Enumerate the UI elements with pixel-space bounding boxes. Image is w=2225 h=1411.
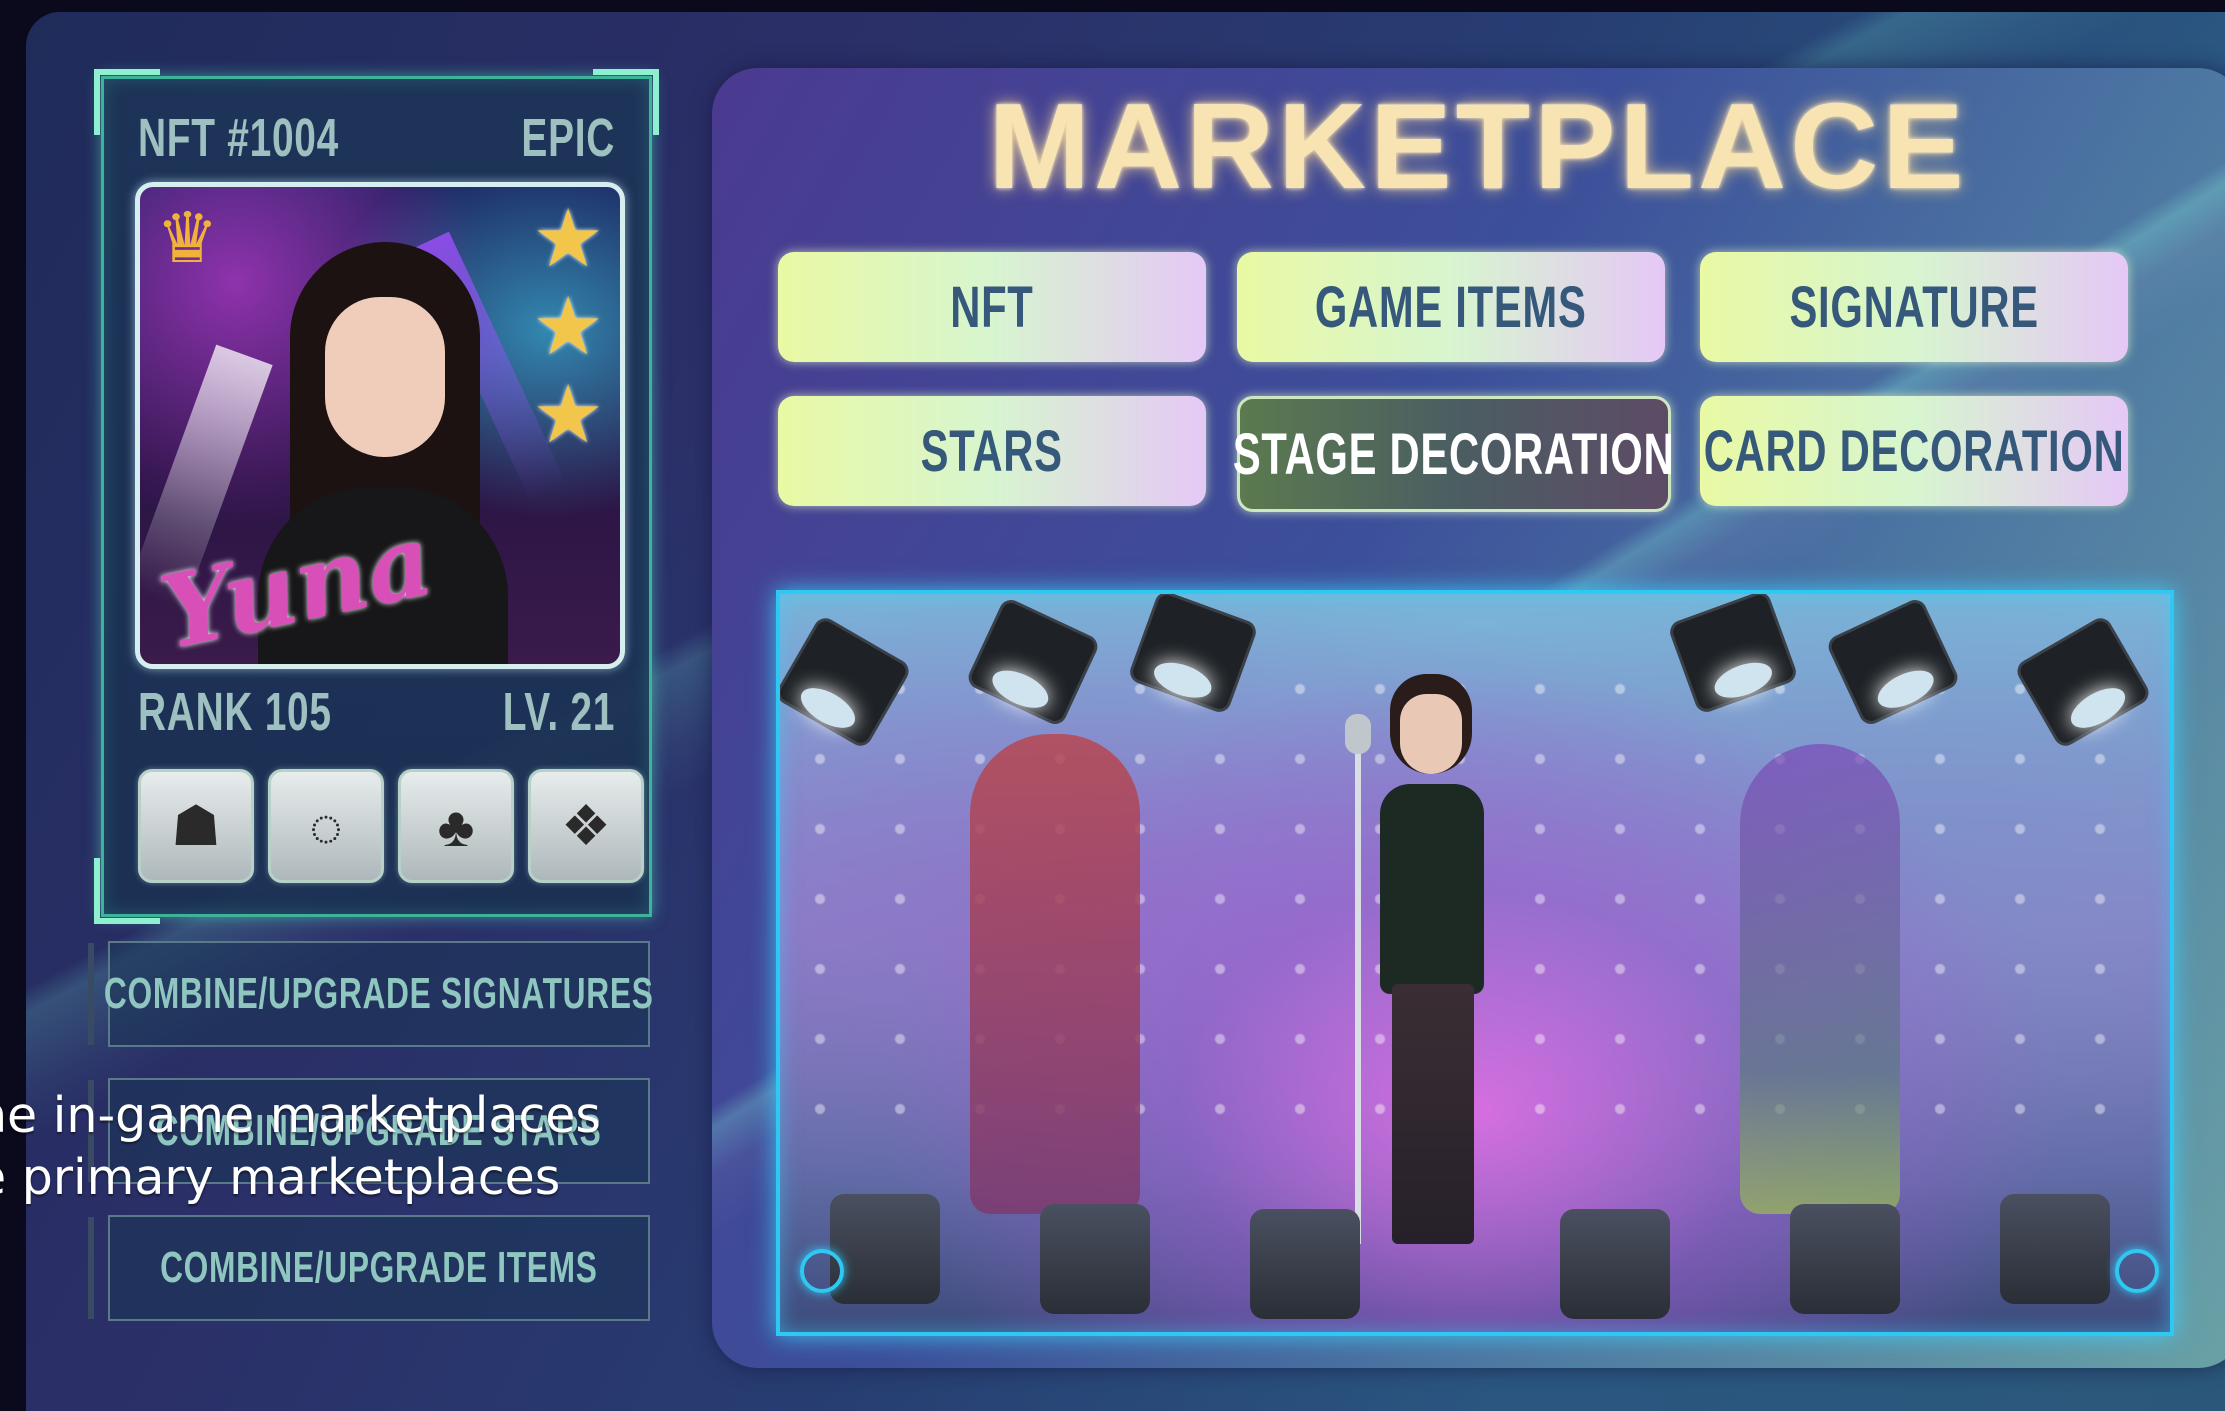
tab-label: GAME ITEMS xyxy=(1315,274,1587,340)
star-rating: ★ ★ ★ xyxy=(532,197,604,457)
microphone-icon xyxy=(1345,714,1371,754)
tab-label: SIGNATURE xyxy=(1789,274,2039,340)
tab-label: CARD DECORATION xyxy=(1703,418,2125,484)
crown-icon: ♛ xyxy=(156,199,219,277)
microphone-stand xyxy=(1355,744,1361,1244)
tab-nft[interactable]: NFT xyxy=(778,252,1206,362)
hud-node-icon xyxy=(2115,1249,2159,1293)
character-on-stage xyxy=(1370,694,1490,1254)
hair-icon[interactable]: ☗ xyxy=(138,769,254,883)
tab-stars[interactable]: STARS xyxy=(778,396,1206,506)
card-stats: RANK 105 LV. 21 xyxy=(138,681,615,743)
card-header: NFT #1004 EPIC xyxy=(138,107,615,169)
rank-label: RANK 105 xyxy=(138,682,332,742)
tab-label: STAGE DECORATION xyxy=(1233,421,1675,487)
singer-legs xyxy=(1392,984,1474,1244)
star-icon: ★ xyxy=(532,282,604,371)
combine-items-button[interactable]: COMBINE/UPGRADE ITEMS xyxy=(88,1215,650,1321)
tab-game-items[interactable]: GAME ITEMS xyxy=(1237,252,1665,362)
necklace-icon[interactable]: ◌ xyxy=(268,769,384,883)
button-label: COMBINE/UPGRADE ITEMS xyxy=(160,1243,598,1292)
equipment-slots: ☗ ◌ ♣ ❖ xyxy=(138,769,644,883)
tab-signature[interactable]: SIGNATURE xyxy=(1700,252,2128,362)
floor-light-icon xyxy=(1790,1204,1900,1314)
singer-outfit xyxy=(1380,784,1484,994)
hud-node-icon xyxy=(800,1249,844,1293)
floor-light-icon xyxy=(1040,1204,1150,1314)
level-label: LV. 21 xyxy=(502,682,615,742)
tab-label: STARS xyxy=(920,418,1064,484)
floor-light-icon xyxy=(1560,1209,1670,1319)
button-label: COMBINE/UPGRADE SIGNATURES xyxy=(104,969,654,1018)
rarity-label: EPIC xyxy=(521,108,615,168)
tab-label: NFT xyxy=(950,274,1034,340)
outfit-icon[interactable]: ❖ xyxy=(528,769,644,883)
backup-dancer-silhouette xyxy=(970,734,1140,1214)
character-portrait: ♛ ★ ★ ★ Yuna xyxy=(135,182,625,669)
marketplace-title: MARKETPLACE xyxy=(988,78,1968,214)
video-subtitle: he in-game marketplaces e primary market… xyxy=(0,1085,601,1209)
tab-stage-decoration[interactable]: STAGE DECORATION xyxy=(1233,396,1674,512)
floor-light-icon xyxy=(830,1194,940,1304)
singer-head xyxy=(1400,694,1462,774)
floor-light-icon xyxy=(1250,1209,1360,1319)
star-icon: ★ xyxy=(532,370,604,459)
top-icon[interactable]: ♣ xyxy=(398,769,514,883)
marketplace-panel: MARKETPLACE NFT GAME ITEMS SIGNATURE STA… xyxy=(712,68,2225,1368)
subtitle-line: he in-game marketplaces xyxy=(0,1087,601,1144)
tab-card-decoration[interactable]: CARD DECORATION xyxy=(1700,396,2128,506)
combine-signatures-button[interactable]: COMBINE/UPGRADE SIGNATURES xyxy=(88,941,653,1047)
character-face xyxy=(325,297,445,457)
stage-preview[interactable] xyxy=(776,590,2174,1336)
nft-id-label: NFT #1004 xyxy=(138,108,339,168)
floor-light-icon xyxy=(2000,1194,2110,1304)
backup-dancer-silhouette xyxy=(1740,744,1900,1214)
nft-card[interactable]: NFT #1004 EPIC ♛ ★ ★ ★ Yuna RANK 105 LV.… xyxy=(94,69,659,924)
subtitle-line: e primary marketplaces xyxy=(0,1149,561,1206)
star-icon: ★ xyxy=(532,194,604,283)
